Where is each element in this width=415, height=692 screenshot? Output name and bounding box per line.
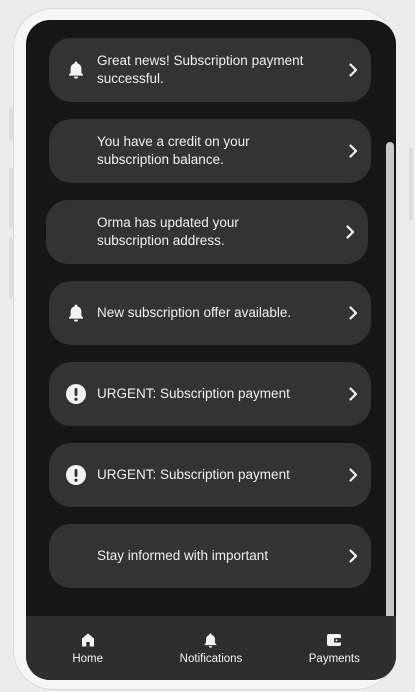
notification-icon-slot [46,200,97,264]
scrollbar-thumb[interactable] [386,142,394,624]
notification-text: Stay informed with important [97,548,269,563]
notification-card[interactable]: URGENT: Subscription payment [49,443,371,507]
nav-notifications-label: Notifications [179,653,243,665]
chevron-right-icon [335,38,371,102]
notification-card[interactable]: Great news! Subscription payment success… [49,38,371,102]
chevron-right-icon [335,281,371,345]
nav-notifications[interactable]: Notifications [149,616,272,680]
notification-text: You have a credit on your subscription b… [97,134,250,167]
alert-circle-icon [49,443,97,507]
phone-side-button [9,108,13,140]
chevron-right-icon [335,524,371,588]
bell-icon [203,631,218,649]
notification-card[interactable]: Stay informed with important [49,524,371,588]
nav-payments-label: Payments [308,653,360,665]
nav-payments[interactable]: Payments [273,616,396,680]
notification-list: Great news! Subscription payment success… [26,20,396,620]
chevron-right-icon [332,200,368,264]
phone-volume-down [9,238,13,298]
nav-home-label: Home [72,653,103,665]
notification-text: URGENT: Subscription payment [97,467,290,482]
notification-text: URGENT: Subscription payment [97,386,290,401]
wallet-icon [326,631,343,649]
notification-text: New subscription offer available. [97,305,292,320]
app-screen: Great news! Subscription payment success… [26,20,396,680]
notification-card[interactable]: URGENT: Subscription payment [49,362,371,426]
phone-volume-up [9,168,13,228]
phone-power-button [409,148,413,220]
notification-card[interactable]: Orma has updated your subscription addre… [46,200,368,264]
notification-icon-slot [49,119,97,183]
notification-icon-slot [49,524,97,588]
alert-circle-icon [49,362,97,426]
bottom-navigation: Home Notifications Payments [26,616,396,680]
chevron-right-icon [335,119,371,183]
bell-icon [49,38,97,102]
home-icon [80,631,96,649]
notification-card[interactable]: You have a credit on your subscription b… [49,119,371,183]
nav-home[interactable]: Home [26,616,149,680]
notification-text: Orma has updated your subscription addre… [97,215,239,248]
chevron-right-icon [335,443,371,507]
notification-text: Great news! Subscription payment success… [97,53,304,86]
bell-icon [49,281,97,345]
chevron-right-icon [335,362,371,426]
notification-card[interactable]: New subscription offer available. [49,281,371,345]
